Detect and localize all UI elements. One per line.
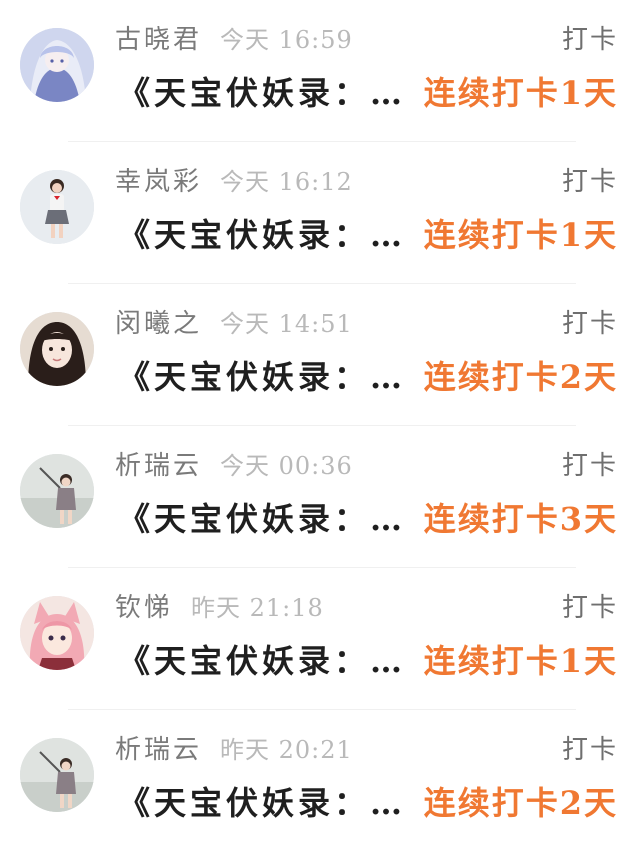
avatar[interactable] <box>20 28 94 102</box>
avatar[interactable] <box>20 170 94 244</box>
timestamp: 今天 14:51 <box>220 310 353 338</box>
action-label: 打卡 <box>561 25 618 55</box>
book-title[interactable]: 《天宝伏妖录：… <box>118 780 413 826</box>
child-selfie-stick-icon <box>20 738 94 812</box>
name-line: 古晓君 今天 16:59 <box>115 20 353 60</box>
name-line: 幸岚彩 今天 16:12 <box>115 162 353 202</box>
list-item[interactable]: 幸岚彩 今天 16:12 打卡 《天宝伏妖录：… 连续打卡1天 <box>0 142 640 284</box>
checkin-list: 古晓君 今天 16:59 打卡 《天宝伏妖录：… 连续打卡1天 幸岚彩 今天 16:… <box>0 0 640 842</box>
timestamp: 今天 16:59 <box>220 26 353 54</box>
name-line: 析瑞云 今天 00:36 <box>115 446 353 486</box>
content-line: 《天宝伏妖录：… <box>118 354 413 400</box>
avatar[interactable] <box>20 312 94 386</box>
streak-label: 连续打卡2天 <box>423 358 618 396</box>
action-label: 打卡 <box>561 735 618 765</box>
list-item[interactable]: 钦悌 昨天 21:18 打卡 《天宝伏妖录：… 连续打卡1天 <box>0 568 640 710</box>
book-title[interactable]: 《天宝伏妖录：… <box>118 638 413 684</box>
anime-girl-blue-icon <box>20 28 94 102</box>
username[interactable]: 钦悌 <box>115 593 173 623</box>
book-title[interactable]: 《天宝伏妖录：… <box>118 70 413 116</box>
list-item[interactable]: 析瑞云 今天 00:36 打卡 《天宝伏妖录：… 连续打卡3天 <box>0 426 640 568</box>
username[interactable]: 析瑞云 <box>115 735 202 765</box>
avatar[interactable] <box>20 454 94 528</box>
child-photo-icon <box>20 170 94 244</box>
timestamp: 昨天 20:21 <box>220 736 353 764</box>
child-selfie-stick-icon <box>20 454 94 528</box>
list-item[interactable]: 闵曦之 今天 14:51 打卡 《天宝伏妖录：… 连续打卡2天 <box>0 284 640 426</box>
name-line: 析瑞云 昨天 20:21 <box>115 730 353 770</box>
streak-label: 连续打卡1天 <box>423 642 618 680</box>
username[interactable]: 闵曦之 <box>115 309 202 339</box>
name-line: 钦悌 昨天 21:18 <box>115 588 324 628</box>
action-label: 打卡 <box>561 451 618 481</box>
timestamp: 今天 16:12 <box>220 168 353 196</box>
list-item[interactable]: 古晓君 今天 16:59 打卡 《天宝伏妖录：… 连续打卡1天 <box>0 0 640 142</box>
avatar[interactable] <box>20 596 94 670</box>
username[interactable]: 析瑞云 <box>115 451 202 481</box>
anime-fox-girl-icon <box>20 596 94 670</box>
content-line: 《天宝伏妖录：… <box>118 638 413 684</box>
timestamp: 今天 00:36 <box>220 452 353 480</box>
action-label: 打卡 <box>561 309 618 339</box>
username[interactable]: 幸岚彩 <box>115 167 202 197</box>
streak-label: 连续打卡3天 <box>423 500 618 538</box>
book-title[interactable]: 《天宝伏妖录：… <box>118 212 413 258</box>
streak-label: 连续打卡2天 <box>423 784 618 822</box>
book-title[interactable]: 《天宝伏妖录：… <box>118 496 413 542</box>
action-label: 打卡 <box>561 167 618 197</box>
timestamp: 昨天 21:18 <box>191 594 324 622</box>
username[interactable]: 古晓君 <box>115 25 202 55</box>
content-line: 《天宝伏妖录：… <box>118 70 413 116</box>
girl-selfie-icon <box>20 312 94 386</box>
content-line: 《天宝伏妖录：… <box>118 212 413 258</box>
streak-label: 连续打卡1天 <box>423 74 618 112</box>
content-line: 《天宝伏妖录：… <box>118 780 413 826</box>
name-line: 闵曦之 今天 14:51 <box>115 304 353 344</box>
book-title[interactable]: 《天宝伏妖录：… <box>118 354 413 400</box>
content-line: 《天宝伏妖录：… <box>118 496 413 542</box>
list-item[interactable]: 析瑞云 昨天 20:21 打卡 《天宝伏妖录：… 连续打卡2天 <box>0 710 640 852</box>
action-label: 打卡 <box>561 593 618 623</box>
avatar[interactable] <box>20 738 94 812</box>
streak-label: 连续打卡1天 <box>423 216 618 254</box>
